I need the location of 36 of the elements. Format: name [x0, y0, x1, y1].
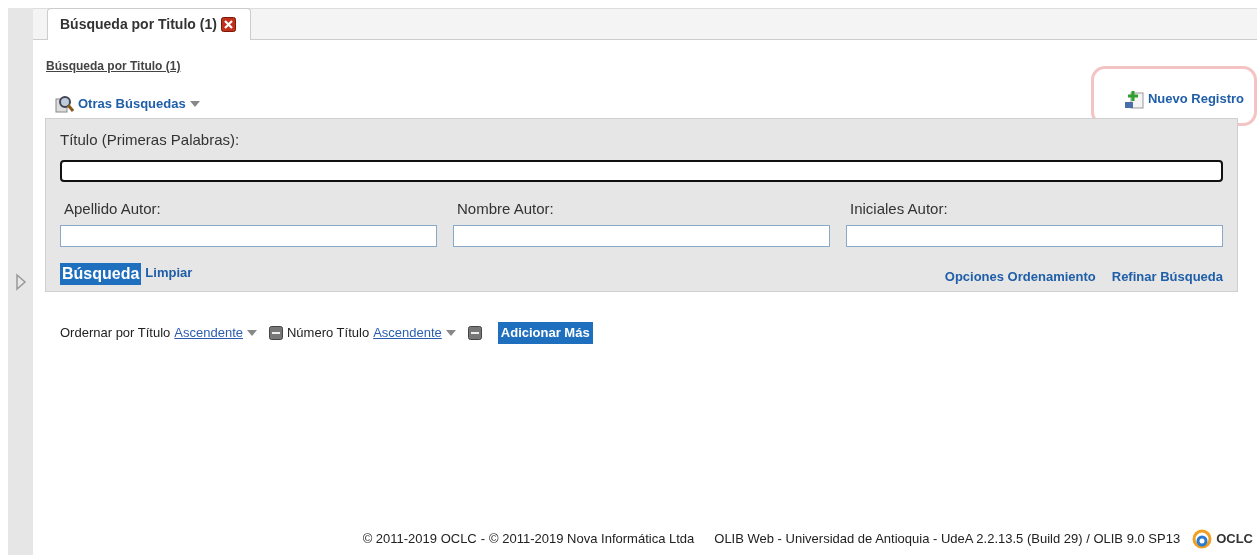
tab[interactable]: Búsqueda por Titulo (1) — [47, 8, 251, 40]
new-record-link[interactable]: Nuevo Registro — [1123, 89, 1244, 109]
author-input-field[interactable] — [453, 225, 830, 247]
remove-icon[interactable] — [269, 325, 283, 340]
sort-field-label: Número Título — [287, 324, 370, 342]
search-icon — [55, 95, 74, 113]
sort-order-link[interactable]: Ascendente — [373, 323, 442, 343]
new-document-icon — [1123, 89, 1144, 109]
field-label: Iniciales Autor: — [850, 198, 949, 219]
separator-text: - — [480, 530, 486, 549]
refine-search-link[interactable]: Refinar Búsqueda — [1111, 267, 1223, 287]
caret-icon[interactable] — [189, 101, 200, 107]
field-label: Nombre Autor: — [457, 198, 555, 219]
copyright-link[interactable]: © 2011-2019 OCLC — [362, 529, 477, 549]
field-label: Título (Primeras Palabras): — [60, 130, 241, 150]
search-button[interactable]: Búsqueda — [60, 263, 142, 285]
title-input-field[interactable] — [60, 159, 1223, 182]
author-input-field[interactable] — [846, 225, 1223, 247]
remove-icon[interactable] — [467, 325, 482, 340]
sort-order-link[interactable]: Ascendente — [174, 323, 243, 343]
caret-icon[interactable] — [247, 329, 257, 336]
logo-icon — [1192, 529, 1213, 549]
author-input-field[interactable] — [60, 225, 437, 247]
sort-field-label: Ordernar por Título — [60, 324, 171, 342]
close-icon[interactable] — [220, 17, 236, 32]
logo-text: OCLC — [1216, 530, 1253, 549]
expand-arrow-icon[interactable] — [14, 272, 27, 291]
caret-icon[interactable] — [445, 329, 456, 336]
field-label: Apellido Autor: — [64, 198, 162, 219]
sort-options-link[interactable]: Opciones Ordenamiento — [944, 267, 1096, 287]
breadcrumb-link[interactable]: Búsqueda por Titulo (1) — [46, 57, 181, 75]
add-more-button[interactable]: Adicionar Más — [497, 322, 593, 344]
version-info-text: OLIB Web - Universidad de Antioquia - UdeA 2.2.13.5 (Build 29) / OLIB 9.0 SP13 — [714, 530, 1181, 549]
copyright-link[interactable]: © 2011-2019 Nova Informática Ltda — [489, 529, 695, 549]
other-searches-menu[interactable]: Otras Búsquedas — [55, 94, 200, 114]
clear-link[interactable]: Limpiar — [145, 263, 193, 283]
